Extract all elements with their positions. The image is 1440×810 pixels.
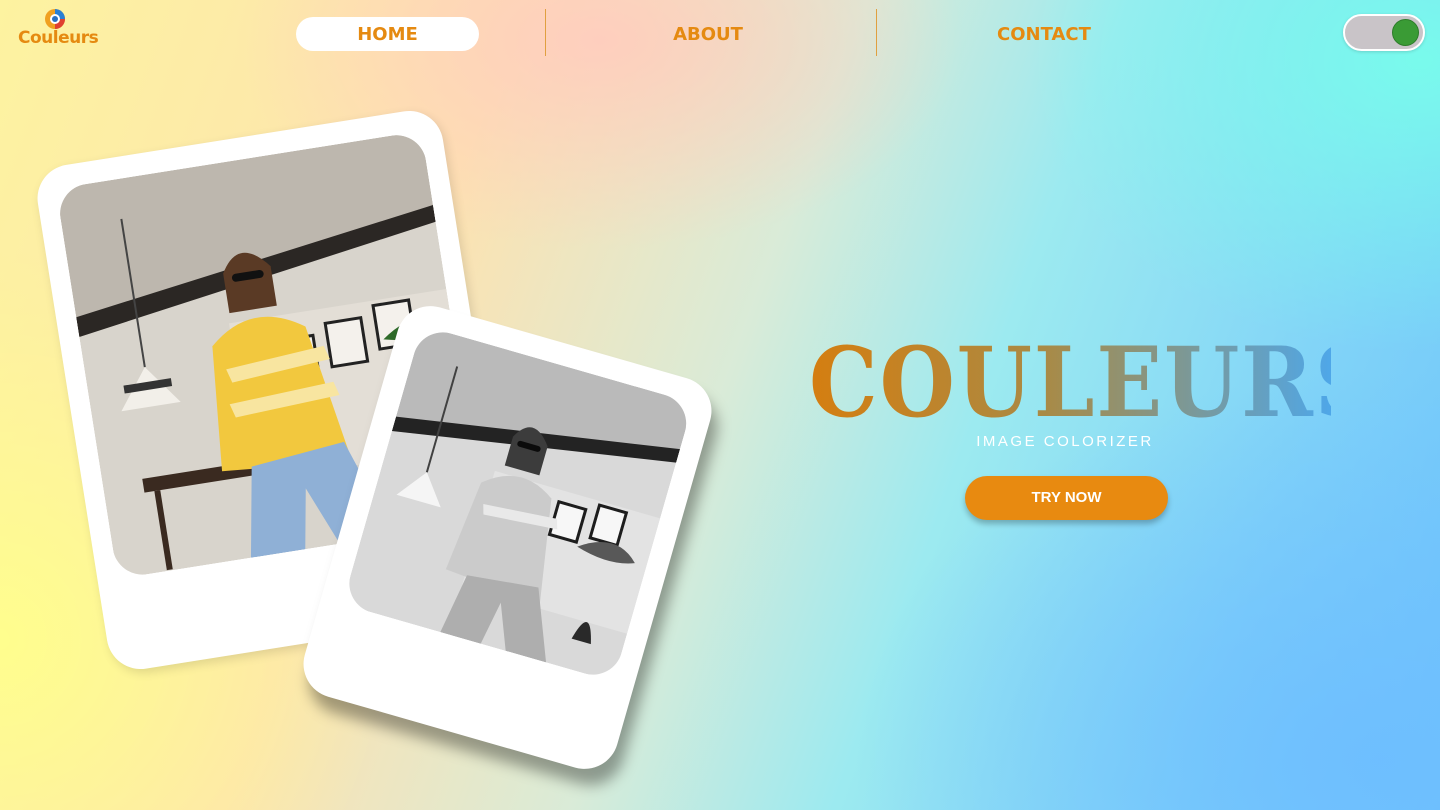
nav-contact[interactable]: CONTACT	[950, 17, 1138, 51]
hero-title: COULEURS	[809, 326, 1379, 439]
main-nav: HOME ABOUT CONTACT	[0, 0, 1440, 60]
nav-home[interactable]: HOME	[296, 17, 479, 51]
nav-divider	[876, 9, 877, 56]
grayscale-photo	[342, 325, 694, 682]
toggle-knob	[1392, 19, 1419, 46]
try-now-button[interactable]: TRY NOW	[965, 476, 1168, 520]
theme-toggle[interactable]	[1343, 14, 1425, 51]
hero-subtitle: IMAGE COLORIZER	[976, 433, 1154, 450]
nav-about[interactable]: ABOUT	[620, 17, 796, 51]
nav-divider	[545, 9, 546, 56]
